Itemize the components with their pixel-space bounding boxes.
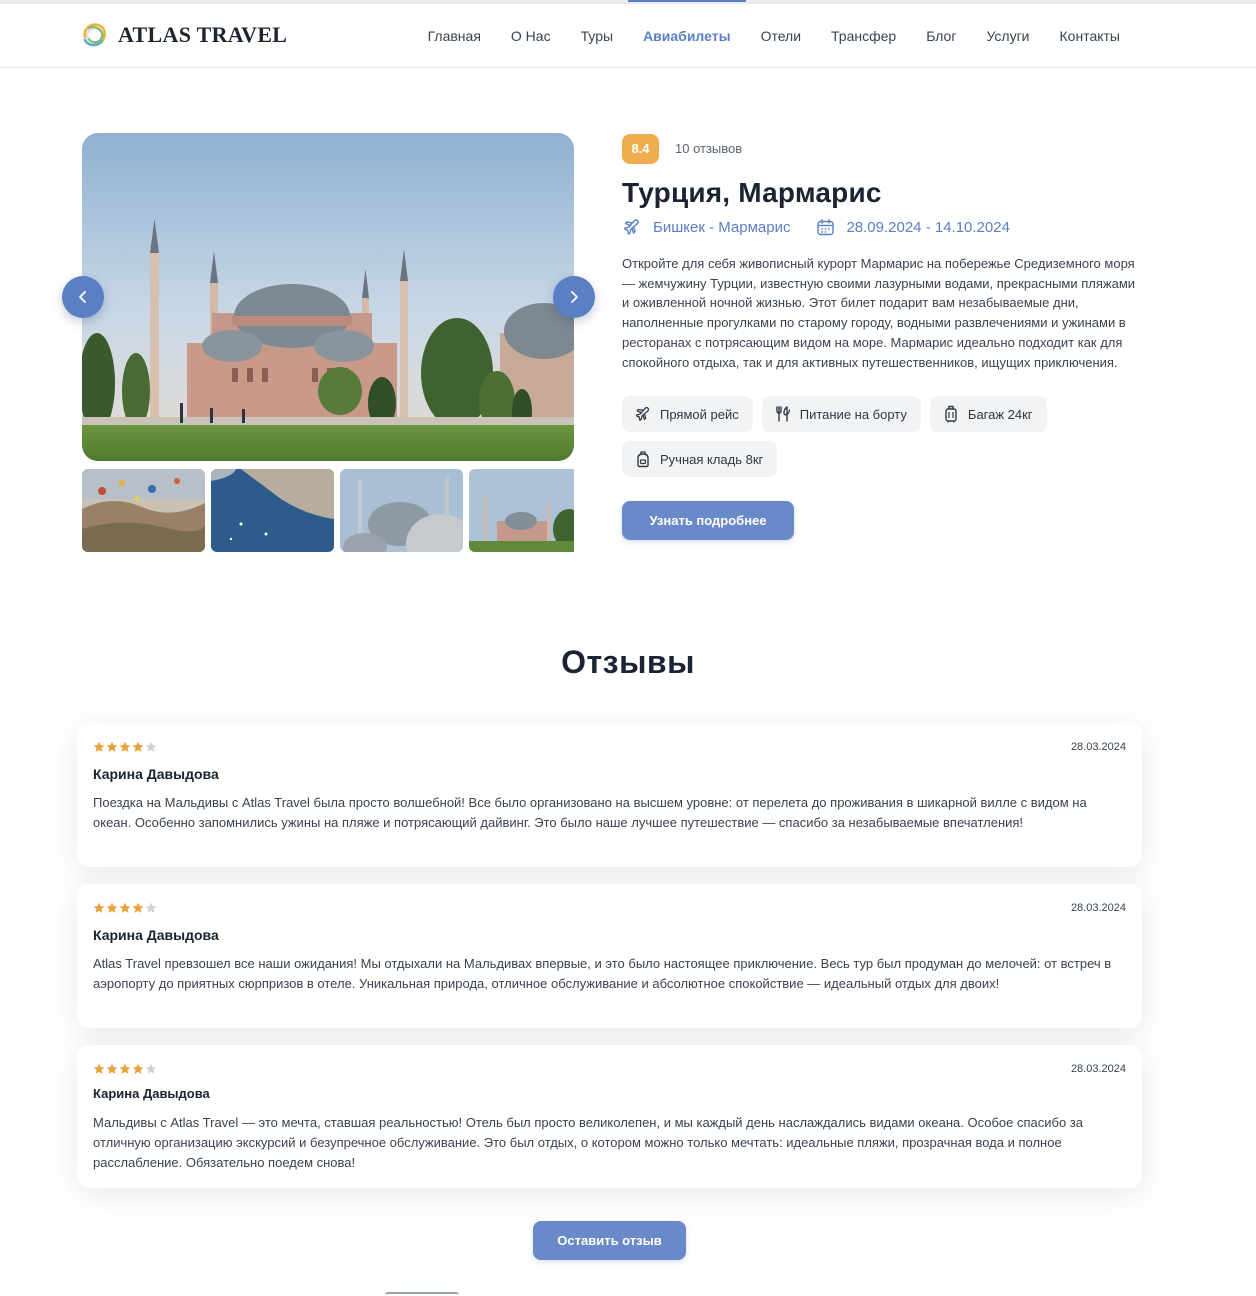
tour-description: Откройте для себя живописный курорт Марм… (622, 256, 1136, 370)
gallery-prev-button[interactable] (62, 276, 104, 318)
nav-item-services[interactable]: Услуги (971, 4, 1044, 68)
star-filled-icon (132, 902, 144, 913)
reviews-title: Отзывы (561, 644, 695, 680)
review-date: 28.03.2024 (1070, 902, 1126, 914)
nav-item-transfer[interactable]: Трансфер (816, 4, 911, 68)
star-empty-icon (145, 902, 157, 913)
route-text: Бишкек - Мармарис (653, 218, 791, 236)
review-date: 28.03.2024 (1070, 1063, 1126, 1075)
star-filled-icon (93, 741, 105, 752)
nav-item-contacts[interactable]: Контакты (1045, 4, 1135, 68)
thumbnail-bosphorus-coast[interactable] (211, 469, 334, 552)
more-details-button[interactable]: Узнать подробнее (622, 501, 794, 541)
chevron-right-icon (571, 291, 578, 303)
brand-name: ATLAS TRAVEL (118, 22, 288, 47)
review-card: 28.03.2024 Карина Давыдова Поездка на Ма… (77, 723, 1142, 867)
logo-icon (83, 23, 107, 47)
review-author: Карина Давыдова (93, 1086, 210, 1101)
thumbnail-cappadocia-balloons[interactable] (82, 469, 205, 552)
star-filled-icon (119, 741, 131, 752)
calendar-icon (817, 218, 835, 235)
feature-meal: Питание на борту (761, 396, 921, 433)
tour-meta: Бишкек - Мармарис 28.09.2024 - 14.10.202… (622, 217, 1142, 237)
review-card: 28.03.2024 Карина Давыдова Atlas Travel … (77, 884, 1142, 1028)
review-text: Atlas Travel превзошел все наши ожидания… (93, 956, 1112, 991)
star-filled-icon (93, 902, 105, 913)
plane-icon (636, 407, 650, 422)
backpack-icon (637, 451, 649, 468)
tour-title: Турция, Мармарис (622, 177, 882, 208)
dates: 28.09.2024 - 14.10.2024 (816, 218, 1010, 237)
gallery-next-button[interactable] (553, 276, 595, 318)
features-list: Прямой рейс Питание на борту Багаж 24кг (622, 396, 1142, 478)
route: Бишкек - Мармарис (622, 217, 790, 237)
nav-item-tours[interactable]: Туры (566, 4, 628, 68)
review-stars (93, 1063, 157, 1075)
feature-label: Ручная кладь 8кг (660, 451, 764, 467)
review-text: Поездка на Мальдивы с Atlas Travel была … (93, 795, 1087, 830)
main-photo (82, 133, 574, 461)
feature-hand-luggage: Ручная кладь 8кг (622, 441, 778, 478)
star-empty-icon (145, 1063, 157, 1074)
chevron-left-icon (79, 291, 86, 303)
nav-item-blog[interactable]: Блог (911, 4, 971, 68)
site-header: ATLAS TRAVEL Главная О Нас Туры Авиабиле… (0, 0, 1256, 68)
star-filled-icon (106, 1063, 118, 1074)
star-filled-icon (119, 1063, 131, 1074)
thumbnail-strip (82, 469, 574, 552)
review-text: Мальдивы с Atlas Travel — это мечта, ста… (93, 1115, 1083, 1170)
thumbnail-hagia-sophia[interactable] (469, 469, 574, 552)
thumbnail-mosque-domes[interactable] (340, 469, 463, 552)
star-filled-icon (93, 1063, 105, 1074)
main-nav: Главная О Нас Туры Авиабилеты Отели Тран… (413, 0, 1135, 68)
feature-label: Питание на борту (799, 406, 907, 422)
rating-row: 8.4 10 отзывов (622, 133, 1142, 164)
review-stars (93, 902, 157, 914)
feature-direct-flight: Прямой рейс (622, 396, 753, 433)
hagia-sophia-photo (82, 133, 574, 461)
leave-review-button[interactable]: Оставить отзыв (533, 1221, 686, 1260)
rating-badge: 8.4 (622, 133, 659, 164)
reviews-count[interactable]: 10 отзывов (675, 141, 742, 156)
nav-item-about[interactable]: О Нас (496, 4, 566, 68)
star-filled-icon (132, 741, 144, 752)
star-empty-icon (145, 741, 157, 752)
nav-item-flights[interactable]: Авиабилеты (628, 0, 746, 68)
nav-item-home[interactable]: Главная (413, 4, 496, 68)
brand-logo[interactable]: ATLAS TRAVEL (80, 20, 287, 50)
review-card: 28.03.2024 Карина Давыдова Мальдивы с At… (77, 1045, 1142, 1188)
photo-gallery (82, 133, 574, 461)
star-filled-icon (106, 741, 118, 752)
review-author: Карина Давыдова (93, 927, 219, 943)
star-filled-icon (119, 902, 131, 913)
review-author: Карина Давыдова (93, 766, 219, 782)
review-date: 28.03.2024 (1070, 741, 1126, 753)
plane-icon (624, 219, 639, 235)
nav-item-hotels[interactable]: Отели (746, 4, 816, 68)
feature-label: Прямой рейс (660, 406, 739, 422)
star-filled-icon (106, 902, 118, 913)
luggage-icon (945, 406, 957, 423)
feature-label: Багаж 24кг (967, 406, 1033, 422)
dates-text: 28.09.2024 - 14.10.2024 (846, 218, 1010, 236)
tour-info: 8.4 10 отзывов Турция, Мармарис Бишкек -… (622, 133, 1142, 541)
star-filled-icon (132, 1063, 144, 1074)
cutlery-icon (776, 406, 790, 422)
review-stars (93, 741, 157, 753)
scroll-indicator (385, 1292, 459, 1296)
feature-baggage: Багаж 24кг (929, 396, 1047, 433)
